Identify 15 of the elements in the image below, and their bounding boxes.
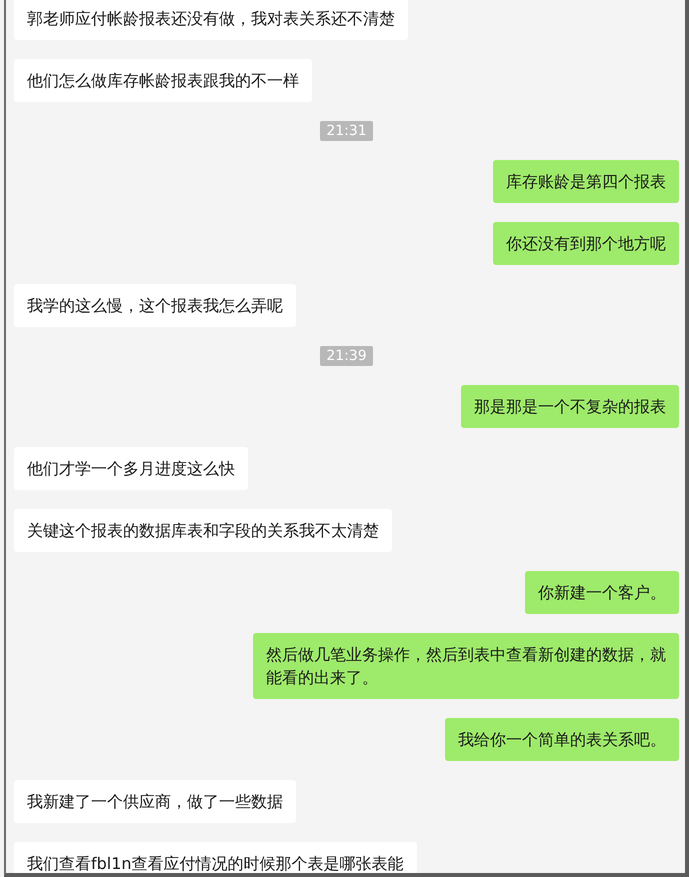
sent-message: 你还没有到那个地方呢 (493, 222, 679, 265)
sent-message: 库存账龄是第四个报表 (493, 160, 679, 203)
received-message: 我们查看fbl1n查看应付情况的时候那个表是哪张表能 (14, 842, 417, 873)
sent-message: 那是那是一个不复杂的报表 (461, 385, 679, 428)
received-message: 关键这个报表的数据库表和字段的关系我不太清楚 (14, 509, 392, 552)
timestamp: 21:31 (320, 121, 373, 141)
received-message: 我新建了一个供应商，做了一些数据 (14, 780, 296, 823)
received-message: 他们才学一个多月进度这么快 (14, 447, 248, 490)
sent-message: 我给你一个简单的表关系吧。 (445, 718, 679, 761)
received-message: 我学的这么慢，这个报表我怎么弄呢 (14, 284, 296, 327)
sent-message: 你新建一个客户。 (525, 571, 679, 614)
received-message: 他们怎么做库存帐龄报表跟我的不一样 (14, 59, 312, 102)
timestamp: 21:39 (320, 346, 373, 366)
sent-message: 然后做几笔业务操作，然后到表中查看新创建的数据，就能看的出来了。 (253, 633, 679, 699)
received-message: 郭老师应付帐龄报表还没有做，我对表关系还不清楚 (14, 0, 408, 40)
